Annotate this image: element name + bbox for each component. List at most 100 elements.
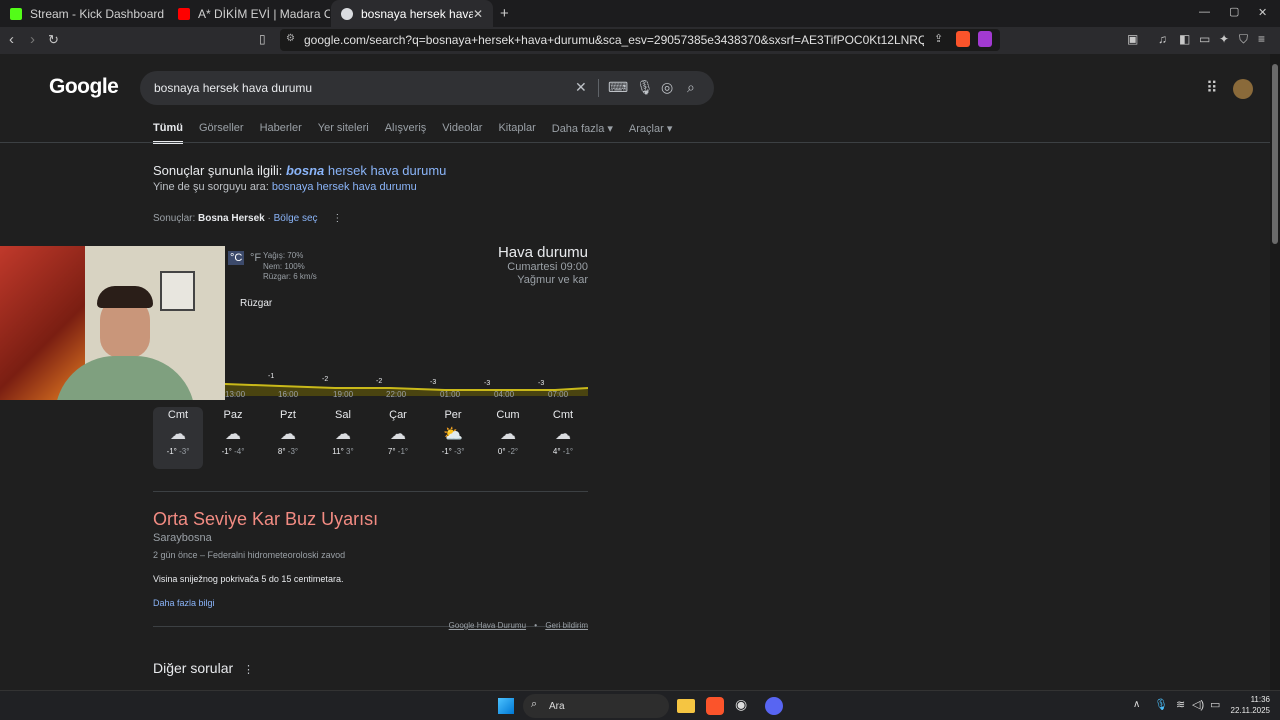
obs-icon[interactable]: ◉: [735, 696, 747, 713]
forecast-day[interactable]: Cmt ☁ -1° -3°: [153, 407, 203, 469]
close-window-button[interactable]: ✕: [1258, 6, 1267, 19]
microphone-icon[interactable]: 🎙: [1154, 698, 1168, 711]
maximize-button[interactable]: ▢: [1229, 5, 1239, 18]
new-tab-button[interactable]: +: [500, 5, 509, 22]
alert-location: Saraybosna: [153, 532, 212, 544]
system-clock[interactable]: 11:36 22.11.2025: [1231, 694, 1270, 716]
hour-label: 07:00: [548, 390, 569, 399]
volume-icon[interactable]: ◁): [1192, 698, 1204, 711]
partly-cloudy-icon: ⛅: [443, 426, 463, 443]
weather-details: Yağış: 70% Nem: 100% Rüzgar: 6 km/s: [263, 251, 317, 283]
hour-value: -3: [538, 380, 544, 387]
choose-region-link[interactable]: Bölge seç: [274, 213, 318, 224]
battery-icon[interactable]: ▭: [1210, 698, 1220, 711]
brave-rewards-icon[interactable]: [978, 31, 992, 47]
search-input[interactable]: bosnaya hersek hava durumu ✕ ⌨ 🎙 ◎ ⌕: [140, 71, 714, 105]
wifi-icon[interactable]: ≋: [1176, 698, 1185, 711]
sidebar-icon[interactable]: ◧: [1179, 32, 1190, 46]
vpn-icon[interactable]: ⛉: [1239, 32, 1248, 47]
rain-snow-icon: ☁: [170, 426, 186, 443]
search-icon: ⌕: [531, 698, 538, 710]
clear-icon[interactable]: ✕: [575, 79, 587, 96]
hour-label: 01:00: [440, 390, 461, 399]
forward-icon[interactable]: ›: [30, 31, 35, 48]
person-hair: [97, 286, 153, 308]
results-region: Sonuçlar: Bosna Hersek · Bölge seç ⋮: [153, 213, 343, 224]
forecast-day[interactable]: Pzt ☁ 8° -3°: [263, 407, 313, 469]
keyboard-icon[interactable]: ⌨: [608, 79, 628, 96]
snow-icon: ☁: [500, 426, 516, 443]
forecast-day[interactable]: Sal ☁ 11° 3°: [318, 407, 368, 469]
tab-google-search[interactable]: bosnaya hersek hava durumu - G ✕: [331, 0, 493, 27]
forecast-day[interactable]: Paz ☁ -1° -4°: [208, 407, 258, 469]
tab-videos[interactable]: Videolar: [442, 122, 482, 144]
tab-places[interactable]: Yer siteleri: [318, 122, 369, 144]
tab-shopping[interactable]: Alışveriş: [385, 122, 427, 144]
google-logo[interactable]: Google: [49, 75, 119, 99]
google-icon: [341, 7, 353, 20]
forecast-day[interactable]: Cmt ☁ 4° -1°: [538, 407, 588, 469]
more-options-icon[interactable]: ⋮: [332, 213, 342, 224]
address-bar[interactable]: ⚙ google.com/search?q=bosnaya+hersek+hav…: [280, 29, 1000, 51]
tab-label: Stream - Kick Dashboard: [30, 6, 165, 21]
wallet-icon[interactable]: ▭: [1199, 32, 1210, 46]
weather-alert-title[interactable]: Orta Seviye Kar Buz Uyarısı: [153, 509, 378, 530]
tab-tools[interactable]: Araçlar ▾: [629, 122, 672, 144]
forecast-day[interactable]: Per ⛅ -1° -3°: [428, 407, 478, 469]
celsius-toggle[interactable]: °C: [228, 251, 245, 265]
tab-more[interactable]: Daha fazla ▾: [552, 122, 613, 144]
back-icon[interactable]: ‹: [9, 31, 14, 48]
tab-youtube[interactable]: A* DİKİM EVİ | Madara Olduk #604 -: [168, 0, 330, 27]
tab-label: bosnaya hersek hava durumu - G: [361, 6, 473, 21]
search-tabs: Tümü Görseller Haberler Yer siteleri Alı…: [153, 122, 672, 144]
close-tab-icon[interactable]: ✕: [473, 7, 483, 21]
avatar[interactable]: [1233, 79, 1253, 99]
original-query-link[interactable]: bosnaya hersek hava durumu: [272, 181, 417, 193]
tab-books[interactable]: Kitaplar: [498, 122, 535, 144]
microphone-icon[interactable]: 🎙: [636, 79, 654, 96]
media-icon[interactable]: ♫: [1158, 32, 1167, 46]
hour-value: -3: [484, 380, 490, 387]
reload-icon[interactable]: ↻: [48, 32, 59, 48]
hour-label: 04:00: [494, 390, 515, 399]
tab-kick-dashboard[interactable]: Stream - Kick Dashboard: [0, 0, 168, 27]
apps-grid-icon[interactable]: ⠿: [1206, 78, 1218, 98]
scrollbar-thumb[interactable]: [1272, 64, 1278, 244]
menu-icon[interactable]: ≡: [1258, 32, 1265, 46]
navigation-bar: ‹ › ↻ ▯ ⚙ google.com/search?q=bosnaya+he…: [0, 27, 1280, 54]
lens-icon[interactable]: ◎: [661, 79, 673, 96]
brave-shields-icon[interactable]: [956, 31, 970, 47]
share-icon[interactable]: ⇪: [934, 32, 943, 45]
header-divider: [0, 142, 1270, 143]
bookmark-icon[interactable]: ▯: [259, 32, 266, 46]
start-icon[interactable]: [498, 698, 514, 714]
taskbar-search[interactable]: ⌕ Ara: [523, 694, 669, 718]
leo-ai-icon[interactable]: ✦: [1219, 32, 1229, 46]
file-explorer-icon[interactable]: [677, 699, 695, 713]
forecast-day[interactable]: Cum ☁ 0° -2°: [483, 407, 533, 469]
alert-source: 2 gün önce – Federalni hidrometeoroloski…: [153, 550, 346, 560]
tab-search-icon[interactable]: ▣: [1127, 32, 1138, 46]
rain-icon: ☁: [280, 426, 296, 443]
more-options-icon[interactable]: ⋮: [243, 664, 254, 676]
weather-header: Hava durumu Cumartesi 09:00 Yağmur ve ka…: [498, 244, 588, 287]
more-info-link[interactable]: Daha fazla bilgi: [153, 598, 215, 608]
site-info-icon[interactable]: ⚙: [286, 33, 295, 44]
tab-news[interactable]: Haberler: [260, 122, 302, 144]
brave-browser-icon[interactable]: [706, 697, 724, 715]
minimize-button[interactable]: —: [1199, 6, 1210, 18]
chevron-up-icon[interactable]: ∧: [1133, 699, 1140, 710]
fahrenheit-toggle[interactable]: °F: [248, 251, 263, 265]
tab-all[interactable]: Tümü: [153, 122, 183, 144]
discord-icon[interactable]: [765, 697, 783, 715]
hour-label: 19:00: [333, 390, 354, 399]
page-scrollbar[interactable]: [1270, 54, 1280, 690]
google-weather-link[interactable]: Google Hava Durumu: [449, 621, 526, 630]
corrected-query-link[interactable]: bosna hersek hava durumu: [286, 163, 446, 178]
hour-label: 16:00: [278, 390, 299, 399]
search-icon[interactable]: ⌕: [687, 79, 695, 96]
tab-images[interactable]: Görseller: [199, 122, 244, 144]
tab-wind[interactable]: Rüzgar: [240, 298, 272, 309]
feedback-link[interactable]: Geri bildirim: [545, 621, 588, 630]
forecast-day[interactable]: Çar ☁ 7° -1°: [373, 407, 423, 469]
